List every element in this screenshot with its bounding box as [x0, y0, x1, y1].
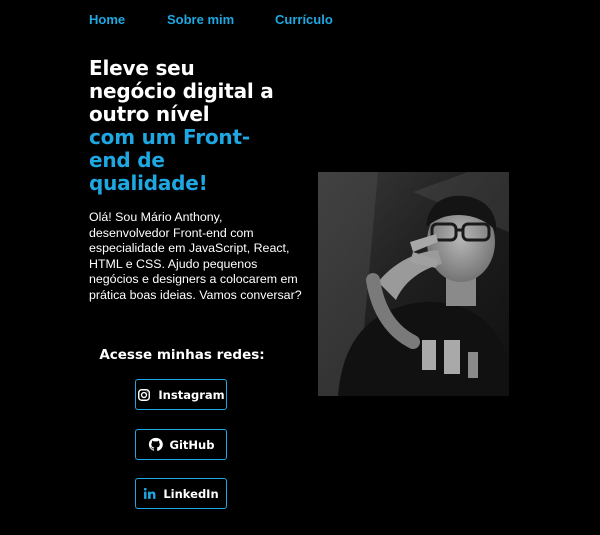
linkedin-label: LinkedIn — [163, 486, 219, 501]
hero-title-highlight: com um Front-end de qualidade! — [89, 125, 250, 195]
hero-title-main: Eleve seu negócio digital a outro nível — [89, 56, 274, 126]
instagram-icon — [137, 388, 151, 402]
instagram-label: Instagram — [158, 387, 225, 402]
github-icon — [148, 437, 163, 452]
github-button[interactable]: GitHub — [135, 429, 227, 460]
profile-photo — [318, 172, 509, 396]
main-nav: Home Sobre mim Currículo — [89, 12, 333, 27]
nav-sobre-mim[interactable]: Sobre mim — [167, 12, 275, 27]
hero-title: Eleve seu negócio digital a outro nível … — [89, 57, 279, 195]
linkedin-icon — [143, 487, 156, 500]
nav-home[interactable]: Home — [89, 12, 167, 27]
profile-photo-illustration — [318, 172, 509, 396]
instagram-button[interactable]: Instagram — [135, 379, 227, 410]
social-heading: Acesse minhas redes: — [99, 347, 265, 363]
nav-curriculo[interactable]: Currículo — [275, 12, 333, 27]
github-label: GitHub — [169, 437, 215, 452]
intro-text: Olá! Sou Mário Anthony, desenvolvedor Fr… — [89, 210, 302, 302]
linkedin-button[interactable]: LinkedIn — [135, 478, 227, 509]
